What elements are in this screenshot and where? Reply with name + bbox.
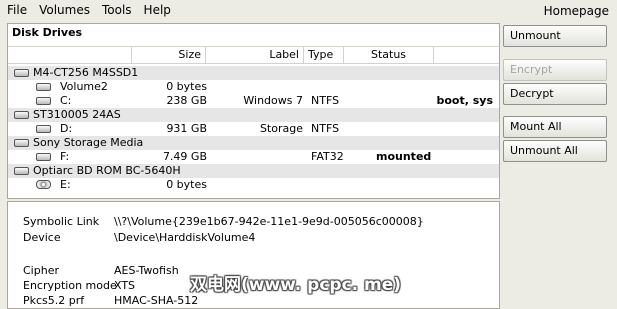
detail-encryption-mode: Encryption mode XTS bbox=[23, 279, 135, 292]
unmount-all-button[interactable]: Unmount All bbox=[503, 140, 607, 162]
unmount-button[interactable]: Unmount bbox=[503, 25, 607, 47]
drive-label: Windows 7 bbox=[243, 94, 303, 107]
harddisk-icon bbox=[14, 167, 29, 175]
menu-tools[interactable]: Tools bbox=[96, 0, 138, 21]
drive-label: Storage bbox=[259, 122, 303, 135]
menu-file[interactable]: File bbox=[0, 0, 33, 21]
detail-key: Encryption mode bbox=[23, 279, 117, 292]
volume-icon bbox=[36, 83, 51, 91]
drive-name: Optiarc BD ROM BC-5640H bbox=[33, 164, 181, 177]
detail-key: Symbolic Link bbox=[23, 215, 100, 228]
drive-name: ST310005 24AS bbox=[33, 108, 121, 121]
disk-row[interactable]: Sony Storage Media bbox=[8, 136, 499, 150]
detail-cipher: Cipher AES-Twofish bbox=[23, 264, 179, 277]
harddisk-icon bbox=[14, 69, 29, 77]
drive-name: M4-CT256 M4SSD1 bbox=[33, 66, 139, 79]
mount-all-button[interactable]: Mount All bbox=[503, 116, 607, 138]
menubar: File Volumes Tools Help Homepage bbox=[0, 0, 617, 21]
encrypt-button[interactable]: Encrypt bbox=[503, 59, 607, 81]
drive-name: C: bbox=[60, 94, 72, 107]
column-status[interactable]: Status bbox=[344, 47, 434, 63]
drive-type: FAT32 bbox=[311, 150, 344, 163]
detail-prf: Pkcs5.2 prf HMAC-SHA-512 bbox=[23, 294, 198, 307]
drive-status: mounted bbox=[376, 150, 432, 163]
disk-row[interactable]: M4-CT256 M4SSD1 bbox=[8, 66, 499, 80]
volume-row[interactable]: F: 7.49 GB FAT32 mounted bbox=[8, 150, 499, 164]
watermark: 双电网(www. pcpc. me) bbox=[190, 275, 402, 295]
drive-size: 7.49 GB bbox=[162, 150, 207, 163]
menu-volumes[interactable]: Volumes bbox=[33, 0, 96, 21]
detail-device: Device \Device\HarddiskVolume4 bbox=[23, 231, 255, 244]
drive-list: M4-CT256 M4SSD1 Volume2 0 bytes C: 238 GB Win… bbox=[8, 66, 499, 192]
volume-row[interactable]: D: 931 GB Storage NTFS bbox=[8, 122, 499, 136]
detail-value: AES-Twofish bbox=[114, 264, 179, 277]
detail-key: Device bbox=[23, 231, 61, 244]
harddisk-icon bbox=[14, 139, 29, 147]
drive-type: NTFS bbox=[311, 122, 340, 135]
volume-row[interactable]: E: 0 bytes bbox=[8, 178, 499, 192]
column-type[interactable]: Type bbox=[304, 47, 344, 63]
decrypt-button[interactable]: Decrypt bbox=[503, 83, 607, 105]
detail-key: Pkcs5.2 prf bbox=[23, 294, 85, 307]
drive-size: 0 bytes bbox=[166, 178, 207, 191]
drive-name: F: bbox=[60, 150, 70, 163]
detail-value: XTS bbox=[114, 279, 136, 292]
drive-size: 931 GB bbox=[166, 122, 207, 135]
drive-name: E: bbox=[60, 178, 71, 191]
volume-row[interactable]: Volume2 0 bytes bbox=[8, 80, 499, 94]
drive-name: Volume2 bbox=[60, 80, 108, 93]
detail-key: Cipher bbox=[23, 264, 59, 277]
drive-size: 0 bytes bbox=[166, 80, 207, 93]
panel-title: Disk Drives bbox=[8, 24, 499, 44]
column-header: Size Label Type Status bbox=[8, 46, 499, 64]
volume-icon bbox=[36, 125, 51, 133]
volume-row[interactable]: C: 238 GB Windows 7 NTFS boot, sys bbox=[8, 94, 499, 108]
column-name[interactable] bbox=[8, 47, 132, 63]
drive-name: Sony Storage Media bbox=[33, 136, 144, 149]
menu-help[interactable]: Help bbox=[138, 0, 177, 21]
detail-value: \Device\HarddiskVolume4 bbox=[114, 231, 256, 244]
disk-row[interactable]: Optiarc BD ROM BC-5640H bbox=[8, 164, 499, 178]
drive-flags: boot, sys bbox=[436, 94, 493, 107]
column-size[interactable]: Size bbox=[132, 47, 206, 63]
column-label[interactable]: Label bbox=[206, 47, 304, 63]
disk-drives-panel: Disk Drives Size Label Type Status M4-CT… bbox=[7, 23, 500, 199]
detail-value: \\?\Volume{239e1b67-942e-11e1-9e9d-00505… bbox=[114, 215, 424, 228]
drive-name: D: bbox=[60, 122, 73, 135]
drive-type: NTFS bbox=[311, 94, 340, 107]
homepage-link[interactable]: Homepage bbox=[544, 4, 617, 18]
volume-icon bbox=[36, 97, 51, 105]
disk-row[interactable]: ST310005 24AS bbox=[8, 108, 499, 122]
detail-value: HMAC-SHA-512 bbox=[114, 294, 199, 307]
detail-symbolic-link: Symbolic Link \\?\Volume{239e1b67-942e-1… bbox=[23, 215, 424, 228]
harddisk-icon bbox=[14, 111, 29, 119]
volume-icon bbox=[36, 153, 51, 161]
cdrom-icon bbox=[36, 180, 51, 189]
drive-size: 238 GB bbox=[166, 94, 207, 107]
column-extra bbox=[434, 47, 499, 63]
